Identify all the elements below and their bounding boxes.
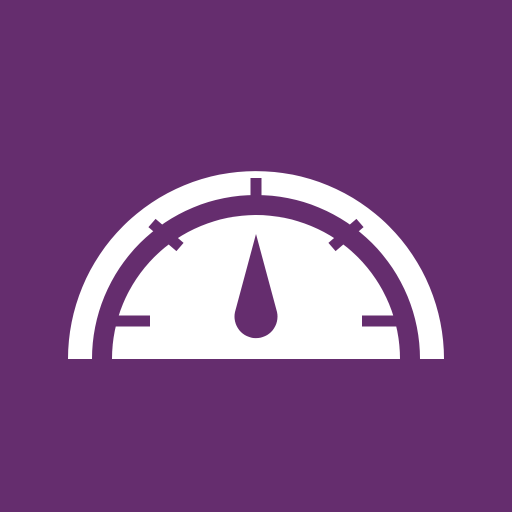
speedometer-icon (0, 0, 512, 512)
app-tile (0, 0, 512, 512)
